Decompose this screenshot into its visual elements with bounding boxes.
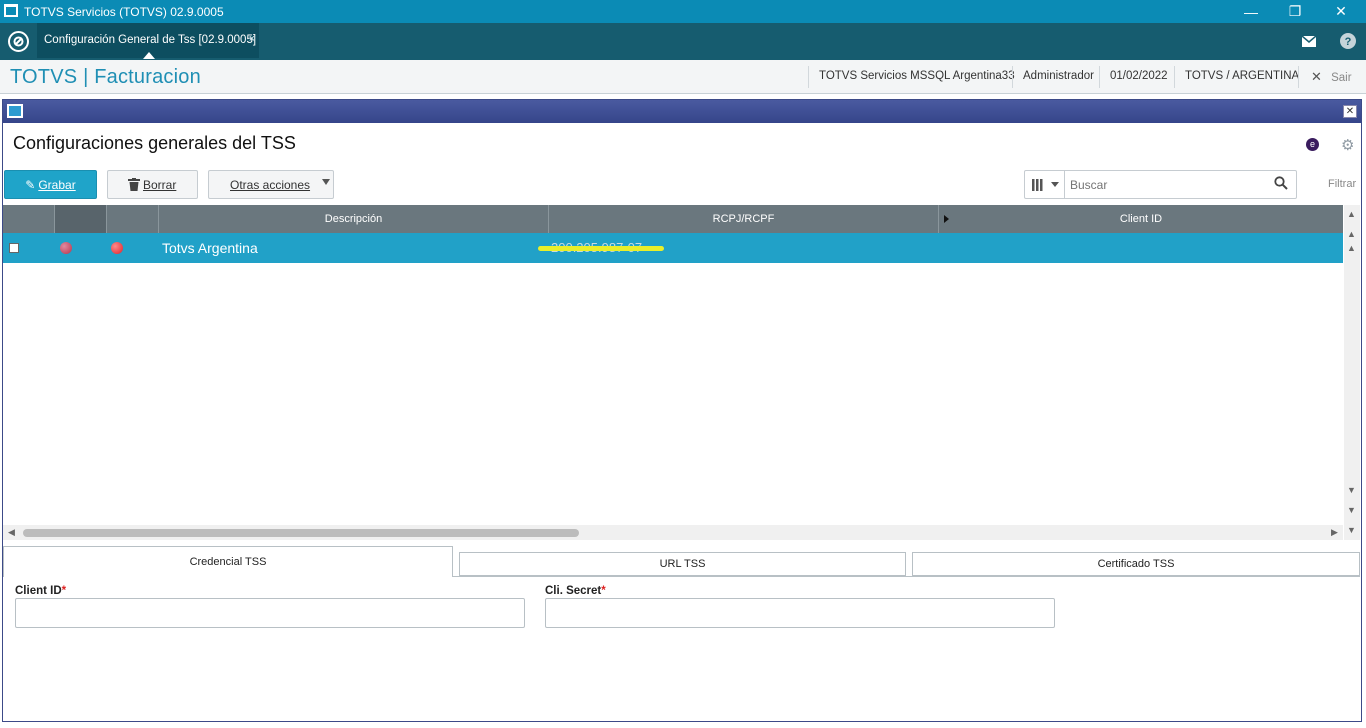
- exit-label: Sair: [1331, 72, 1352, 84]
- app-window-icon: [4, 4, 18, 17]
- tab-close-icon[interactable]: ×: [249, 33, 255, 45]
- save-button[interactable]: ✎ Grabar: [4, 170, 97, 199]
- tab-divider: [452, 576, 1360, 577]
- more-actions-label: Otras acciones: [230, 177, 311, 192]
- column-header-rcpj[interactable]: RCPJ/RCPF: [549, 205, 939, 233]
- data-grid: Descripción RCPJ/RCPF Client ID Totvs Ar…: [3, 205, 1343, 525]
- horizontal-scrollbar[interactable]: ◀ ▶: [3, 525, 1343, 540]
- exit-icon: ✕: [1311, 69, 1322, 84]
- header-status-cell-1[interactable]: [55, 205, 107, 233]
- client-secret-label-text: Cli. Secret: [545, 585, 602, 597]
- home-icon[interactable]: [8, 31, 29, 52]
- tab-bar: Configuración General de Tss [02.9.0005]…: [0, 23, 1366, 60]
- more-actions-button[interactable]: Otras acciones: [208, 170, 334, 199]
- column-header-client-id-label: Client ID: [1119, 213, 1163, 225]
- table-row[interactable]: Totvs Argentina 200.205.987-07: [3, 233, 1343, 263]
- company-label: TOTVS / ARGENTINA: [1174, 66, 1309, 88]
- inner-window-icon: [7, 104, 23, 118]
- minimize-icon: —: [1244, 3, 1258, 20]
- client-id-field[interactable]: [15, 598, 525, 628]
- delete-button[interactable]: Borrar: [107, 170, 198, 199]
- status-dot-icon: [60, 242, 72, 254]
- inner-close-icon[interactable]: ✕: [1343, 105, 1357, 118]
- window-title: TOTVS Servicios (TOTVS) 02.9.0005: [24, 5, 224, 19]
- tab-certificado-tss[interactable]: Certificado TSS: [912, 552, 1360, 576]
- brand-title: TOTVS | Facturacion: [10, 66, 201, 88]
- vertical-scrollbar[interactable]: ▲ ▲ ▲ ▼ ▼ ▼: [1344, 205, 1360, 540]
- restore-button[interactable]: ❐: [1272, 0, 1318, 23]
- environment-label: TOTVS Servicios MSSQL Argentina33: [808, 66, 1025, 88]
- required-mark: *: [61, 585, 67, 597]
- column-header-client-id[interactable]: Client ID: [939, 205, 1343, 233]
- svg-text:?: ?: [1345, 36, 1352, 48]
- scroll-bottom-icon[interactable]: ▼: [1347, 525, 1356, 535]
- mail-icon[interactable]: [1300, 32, 1318, 50]
- inner-window-bar: ✕: [3, 100, 1361, 123]
- chevron-down-icon: [1050, 182, 1059, 187]
- window-title-bar: TOTVS Servicios (TOTVS) 02.9.0005 — ❐ ✕: [0, 0, 1366, 23]
- close-icon: ✕: [1335, 3, 1347, 19]
- minimize-button[interactable]: —: [1228, 0, 1274, 23]
- required-mark: *: [601, 585, 606, 597]
- row-checkbox[interactable]: [9, 243, 19, 253]
- save-label: Grabar: [38, 177, 76, 192]
- column-header-descripcion[interactable]: Descripción: [159, 205, 549, 233]
- column-selector-button[interactable]: [1025, 171, 1065, 198]
- close-window-button[interactable]: ✕: [1318, 0, 1364, 23]
- horizontal-scroll-thumb[interactable]: [23, 529, 579, 537]
- help-icon[interactable]: ?: [1339, 32, 1357, 50]
- client-secret-label: Cli. Secret*: [545, 585, 606, 597]
- page-title: Configuraciones generales del TSS: [13, 133, 296, 153]
- column-collapse-arrow-icon: [944, 215, 949, 223]
- gear-icon[interactable]: ⚙: [1341, 136, 1354, 154]
- scroll-page-up-icon[interactable]: ▲: [1347, 243, 1356, 253]
- tab-active-caret: [143, 52, 155, 59]
- pencil-icon: ✎: [25, 177, 36, 192]
- tab-url-tss[interactable]: URL TSS: [459, 552, 906, 576]
- delete-label: Borrar: [143, 177, 177, 192]
- legend-dot-icon: [111, 242, 123, 254]
- filter-link[interactable]: Filtrar: [1328, 178, 1356, 190]
- search-input[interactable]: [1070, 176, 1270, 193]
- scroll-left-icon[interactable]: ◀: [8, 527, 15, 538]
- redaction-highlight: [538, 246, 664, 251]
- search-icon[interactable]: [1274, 176, 1288, 195]
- search-box: [1024, 170, 1297, 199]
- scroll-down-icon[interactable]: ▼: [1347, 505, 1356, 515]
- tab-configuracion-general[interactable]: Configuración General de Tss [02.9.0005]…: [37, 23, 259, 59]
- header-select-cell[interactable]: [3, 205, 55, 233]
- scroll-top-icon[interactable]: ▲: [1347, 209, 1356, 219]
- header-status-cell-2[interactable]: [107, 205, 159, 233]
- dropdown-arrow-icon: [322, 179, 330, 185]
- tab-label: Configuración General de Tss [02.9.0005]: [44, 34, 257, 46]
- e-badge-icon[interactable]: e: [1306, 138, 1319, 151]
- scroll-page-down-icon[interactable]: ▼: [1347, 485, 1356, 495]
- tab-credencial-tss[interactable]: Credencial TSS: [3, 546, 453, 577]
- scroll-right-icon[interactable]: ▶: [1331, 527, 1338, 538]
- app-header: TOTVS | Facturacion TOTVS Servicios MSSQ…: [0, 60, 1366, 94]
- restore-icon: ❐: [1288, 3, 1302, 19]
- client-id-label: Client ID*: [15, 585, 66, 597]
- grid-header: Descripción RCPJ/RCPF Client ID: [3, 205, 1343, 233]
- date-label: 01/02/2022: [1099, 66, 1178, 88]
- exit-button[interactable]: ✕ Sair: [1298, 66, 1352, 88]
- row-descripcion: Totvs Argentina: [162, 240, 258, 256]
- columns-icon: [1031, 178, 1042, 191]
- client-secret-field[interactable]: [545, 598, 1055, 628]
- scroll-up-icon[interactable]: ▲: [1347, 229, 1356, 239]
- user-label: Administrador: [1012, 66, 1104, 88]
- trash-icon: [128, 178, 140, 191]
- client-id-label-text: Client ID: [15, 585, 62, 597]
